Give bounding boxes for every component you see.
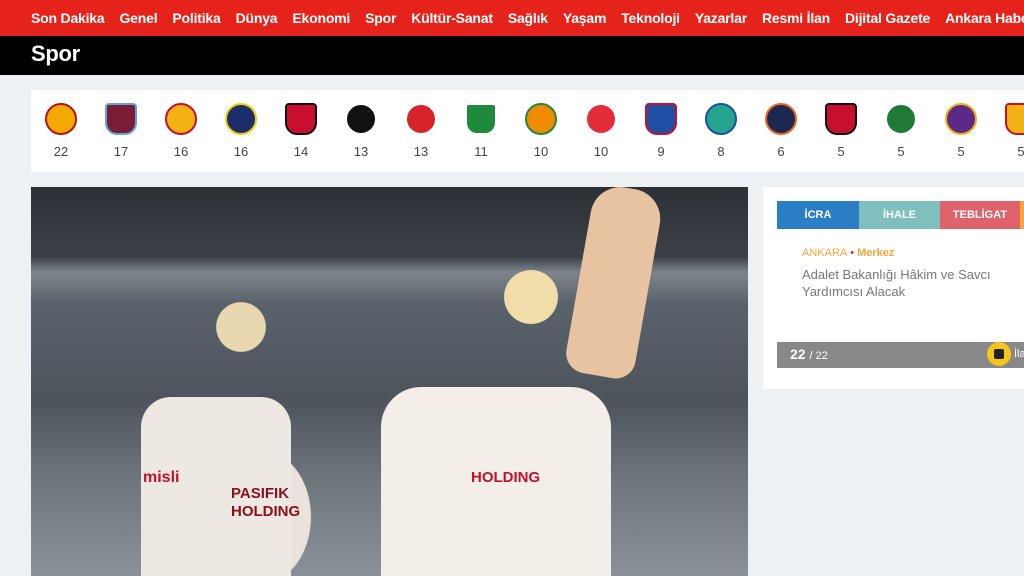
fenerbahce-logo-icon (225, 103, 257, 135)
samsunspor-logo-icon (405, 103, 437, 135)
ad-title-link[interactable]: Adalet Bakanlığı Hâkim ve Savcı Yardımcı… (802, 266, 1024, 300)
sponsor-text-misli: misli (143, 469, 180, 486)
hero-news-image[interactable]: misli PASIFIK HOLDING HOLDING (31, 187, 748, 576)
ad-category: Merkez (857, 247, 895, 259)
ad-counter: 22 / 22 (790, 346, 828, 362)
team-item[interactable]: 17 (91, 90, 151, 172)
team-points: 17 (113, 144, 129, 159)
ad-counter-current: 22 (790, 346, 806, 362)
eyupspor-logo-icon (945, 103, 977, 135)
team-points: 5 (837, 144, 845, 159)
ad-counter-total: / 22 (809, 350, 828, 362)
nav-item[interactable]: Dijital Gazete (845, 10, 930, 26)
ads-tabs: İCRA İHALE TEBLİGAT (777, 201, 1024, 229)
team-points: 8 (717, 144, 725, 159)
player-raised-arm (563, 187, 665, 382)
team-item[interactable]: 8 (691, 90, 751, 172)
ilan-icon[interactable] (987, 342, 1011, 366)
rizespor-logo-icon (705, 103, 737, 135)
team-points: 5 (1017, 144, 1024, 159)
sponsor-text-pasifik: PASIFIK HOLDING (231, 485, 301, 520)
team-item[interactable]: 9 (631, 90, 691, 172)
basaksehir-logo-icon (765, 103, 797, 135)
team-points: 6 (777, 144, 785, 159)
team-item[interactable]: 5 (811, 90, 871, 172)
antalyaspor-logo-icon (585, 103, 617, 135)
team-points: 5 (897, 144, 905, 159)
team-points: 9 (657, 144, 665, 159)
tab-icra[interactable]: İCRA (777, 201, 859, 229)
team-item[interactable]: 16 (151, 90, 211, 172)
nav-item[interactable]: Sağlık (508, 10, 548, 26)
nav-item[interactable]: Yaşam (563, 10, 607, 26)
ilan-link[interactable]: İlan (1014, 348, 1024, 360)
team-item[interactable]: 5 (871, 90, 931, 172)
league-standings-strip: 22 17 16 16 14 13 13 11 10 10 9 8 6 5 5 5 5 (31, 90, 1024, 172)
section-title: Spor (31, 41, 80, 66)
official-ads-widget: İCRA İHALE TEBLİGAT ANKARA • Merkez Adalet… (763, 187, 1024, 389)
ad-city: ANKARA (802, 247, 848, 259)
goztepe-logo-icon (165, 103, 197, 135)
trabzonspor-logo-icon (105, 103, 137, 135)
nav-item[interactable]: Son Dakika (31, 10, 105, 26)
team-points: 16 (233, 144, 249, 159)
ad-meta: ANKARA • Merkez (802, 247, 894, 259)
gaziantep-logo-icon (285, 103, 317, 135)
section-header-bar: Spor (0, 36, 1024, 75)
team-item[interactable]: 13 (331, 90, 391, 172)
kayserispor-logo-icon (1005, 103, 1024, 135)
team-points: 13 (353, 144, 369, 159)
team-points: 14 (293, 144, 309, 159)
team-points: 13 (413, 144, 429, 159)
tab-more[interactable] (1020, 201, 1024, 229)
tab-tebligat[interactable]: TEBLİGAT (940, 201, 1020, 229)
team-points: 11 (474, 144, 488, 159)
ad-pager: 22 / 22 İlan (777, 342, 1024, 368)
team-item[interactable]: 14 (271, 90, 331, 172)
nav-item[interactable]: Spor (365, 10, 396, 26)
nav-item[interactable]: Resmi İlan (762, 10, 830, 26)
nav-item[interactable]: Politika (172, 10, 220, 26)
tab-ihale[interactable]: İHALE (859, 201, 940, 229)
team-item[interactable]: 13 (391, 90, 451, 172)
team-item[interactable]: 5 (991, 90, 1024, 172)
top-navigation: Son Dakika Genel Politika Dünya Ekonomi Spor K… (0, 0, 1024, 36)
meta-separator: • (850, 247, 855, 259)
team-item[interactable]: 22 (31, 90, 91, 172)
galatasaray-logo-icon (45, 103, 77, 135)
team-item[interactable]: 10 (571, 90, 631, 172)
nav-item[interactable]: Ankara Haberleri (945, 10, 1024, 26)
nav-item[interactable]: Kültür-Sanat (411, 10, 493, 26)
nav-item[interactable]: Ekonomi (292, 10, 350, 26)
nav-item[interactable]: Teknoloji (621, 10, 680, 26)
kasimpasa-logo-icon (645, 103, 677, 135)
besiktas-logo-icon (345, 103, 377, 135)
team-points: 22 (53, 144, 69, 159)
team-item[interactable]: 10 (511, 90, 571, 172)
nav-item[interactable]: Yazarlar (695, 10, 747, 26)
nav-item[interactable]: Dünya (236, 10, 278, 26)
alanyaspor-logo-icon (525, 103, 557, 135)
team-points: 16 (173, 144, 189, 159)
team-points: 5 (957, 144, 965, 159)
team-item[interactable]: 16 (211, 90, 271, 172)
kocaelispor-logo-icon (885, 103, 917, 135)
team-points: 10 (593, 144, 609, 159)
konyaspor-logo-icon (465, 103, 497, 135)
genclerbirligi-logo-icon (825, 103, 857, 135)
team-item[interactable]: 6 (751, 90, 811, 172)
sponsor-text-holding: HOLDING (471, 469, 541, 486)
team-item[interactable]: 5 (931, 90, 991, 172)
team-item[interactable]: 11 (451, 90, 511, 172)
team-points: 10 (533, 144, 549, 159)
nav-item[interactable]: Genel (119, 10, 157, 26)
